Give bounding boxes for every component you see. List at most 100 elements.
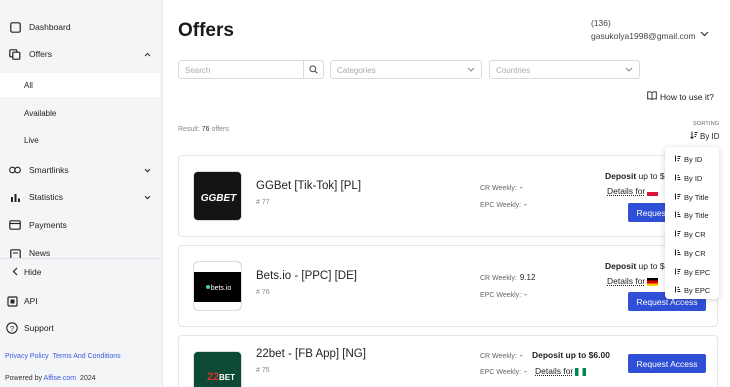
link-icon — [9, 164, 21, 176]
sort-option-label: By Title — [684, 211, 709, 220]
page-title: Offers — [178, 20, 234, 41]
affise-link[interactable]: Affise.com — [44, 375, 77, 382]
sorting-toggle[interactable]: By ID — [690, 131, 720, 141]
result-suffix: offers — [211, 126, 229, 133]
sidebar-item-label: Payments — [29, 220, 67, 230]
sidebar-item-news[interactable]: News — [0, 240, 163, 258]
sidebar-item-label: Dashboard — [29, 22, 71, 32]
request-access-button[interactable]: Request Access — [628, 354, 706, 373]
sort-option-label: By EPC — [684, 286, 711, 295]
terms-link[interactable]: Terms And Conditions — [53, 353, 121, 360]
sidebar-item-dashboard[interactable]: Dashboard — [0, 14, 163, 40]
chevron-down-icon[interactable] — [700, 24, 709, 42]
details-label: Details for — [535, 366, 574, 376]
epc-weekly: EPC Weekly: - — [480, 290, 527, 299]
sidebar-item-label: News — [29, 248, 51, 258]
book-icon — [647, 91, 657, 102]
result-number: 76 — [201, 126, 210, 133]
offer-id: # 75 — [256, 367, 270, 374]
offer-name[interactable]: 22bet - [FB App] [NG] — [256, 348, 366, 360]
sidebar-hide-toggle[interactable]: Hide — [0, 258, 163, 284]
sort-desc-icon — [674, 211, 681, 220]
cr-label: CR Weekly: — [480, 275, 517, 282]
offer-card: GGBET GGBet [Tik-Tok] [PL] # 77 CR Weekl… — [178, 155, 718, 237]
sort-option-title-desc[interactable]: By Title — [674, 211, 709, 220]
cr-label: CR Weekly: — [480, 353, 517, 360]
categories-select[interactable]: Categories — [330, 60, 482, 79]
chart-icon — [9, 191, 21, 203]
offer-logo: bets.io — [193, 261, 242, 311]
sorting-label: SORTING — [693, 121, 720, 127]
details-label: Details for — [607, 276, 646, 286]
payout: Deposit up to $ — [605, 171, 665, 181]
poland-flag-icon — [647, 187, 659, 196]
offer-logo: 22 BET — [193, 351, 242, 387]
offer-id: # 77 — [256, 199, 270, 206]
sidebar-item-offers[interactable]: Offers — [0, 41, 163, 67]
how-to-use-link[interactable]: How to use it? — [647, 91, 714, 102]
sort-option-label: By CR — [684, 249, 706, 258]
sidebar-subitem-label: Live — [24, 135, 39, 145]
dashboard-icon — [9, 21, 21, 33]
offer-card: bets.io Bets.io - [PPC] [DE] # 76 CR Wee… — [178, 245, 718, 327]
epc-label: EPC Weekly: — [480, 202, 522, 209]
sort-option-label: By CR — [684, 230, 706, 239]
payout-amount: up to $ — [638, 171, 665, 181]
sidebar-item-support[interactable]: ? Support — [0, 315, 160, 341]
sort-option-label: By ID — [684, 155, 703, 164]
privacy-policy-link[interactable]: Privacy Policy — [5, 353, 49, 360]
sidebar-item-smartlinks[interactable]: Smartlinks — [0, 157, 163, 183]
sidebar: Dashboard Offers All Available Live Smar… — [0, 0, 163, 387]
sidebar-subitem-available[interactable]: Available — [0, 101, 160, 125]
sidebar-subitem-label: All — [24, 80, 33, 90]
sort-option-epc-desc[interactable]: By EPC — [674, 286, 710, 295]
search-input[interactable] — [185, 64, 300, 76]
sidebar-item-api[interactable]: API — [0, 288, 160, 314]
sidebar-item-label: Statistics — [29, 192, 64, 202]
cr-weekly: CR Weekly: 9.12 — [480, 273, 535, 282]
sidebar-item-label: Offers — [29, 49, 52, 59]
epc-value: - — [524, 200, 527, 209]
chevron-up-icon — [144, 50, 151, 59]
wallet-icon — [9, 219, 21, 231]
sidebar-item-payments[interactable]: Payments — [0, 212, 163, 238]
cr-label: CR Weekly: — [480, 185, 517, 192]
payout-amount: up to $ — [638, 261, 665, 271]
offer-id: # 76 — [256, 289, 270, 296]
epc-label: EPC Weekly: — [480, 292, 522, 299]
offer-name[interactable]: GGBet [Tik-Tok] [PL] — [256, 180, 361, 192]
sort-option-id-asc[interactable]: By ID — [674, 155, 702, 164]
sort-option-cr-asc[interactable]: By CR — [674, 230, 706, 239]
sidebar-subitem-all[interactable]: All — [0, 73, 160, 97]
cr-value: - — [519, 183, 523, 192]
sort-desc-icon — [674, 249, 681, 258]
chevron-down-icon — [144, 193, 151, 202]
result-count: Result: 76 offers — [178, 126, 229, 133]
sort-option-id-desc[interactable]: By ID — [674, 174, 702, 183]
countries-select[interactable]: Countries — [489, 60, 640, 79]
sort-option-title-asc[interactable]: By Title — [674, 193, 709, 202]
user-menu[interactable]: (136) gasukolya1998@gmail.com — [591, 17, 696, 43]
sort-option-cr-desc[interactable]: By CR — [674, 249, 706, 258]
offer-name[interactable]: Bets.io - [PPC] [DE] — [256, 270, 357, 282]
cr-weekly: CR Weekly: - — [480, 351, 523, 360]
sort-asc-icon — [674, 230, 681, 239]
categories-placeholder: Categories — [337, 66, 376, 75]
offer-logo-text: GGBET — [201, 193, 237, 204]
details-link[interactable]: Details for — [607, 186, 659, 196]
epc-weekly: EPC Weekly: - — [480, 367, 527, 376]
user-email: gasukolya1998@gmail.com — [591, 31, 696, 41]
sorting-dropdown: By ID By ID By Title By Title By CR By C… — [665, 147, 719, 299]
details-link[interactable]: Details for — [607, 276, 659, 286]
footer-links: Privacy Policy Terms And Conditions — [5, 353, 125, 360]
details-link[interactable]: Details for — [535, 366, 587, 376]
sort-asc-icon — [674, 193, 681, 202]
sidebar-subitem-live[interactable]: Live — [0, 128, 160, 152]
sort-option-epc-asc[interactable]: By EPC — [674, 268, 710, 277]
sorting-current-label: By ID — [700, 131, 720, 141]
user-count: (136) — [591, 18, 611, 28]
search-icon — [309, 61, 318, 79]
sidebar-item-statistics[interactable]: Statistics — [0, 184, 163, 210]
payout-type: Deposit — [532, 350, 564, 360]
search-button[interactable] — [303, 61, 323, 78]
